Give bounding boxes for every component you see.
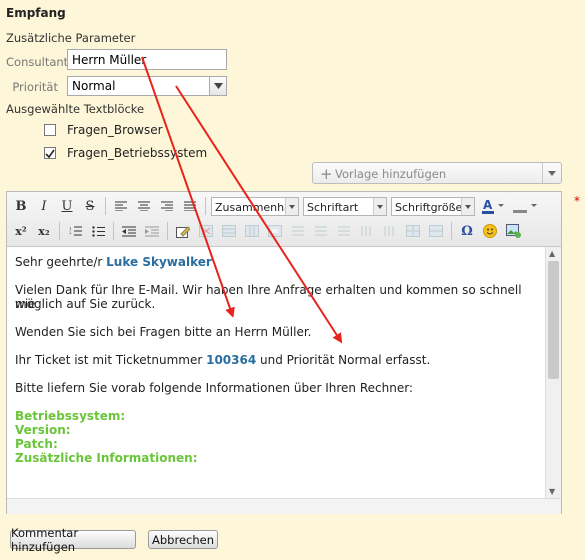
priority-select[interactable]: Normal [67,76,227,96]
consultant-input[interactable]: Herrn Müller [67,49,227,70]
edit-icon[interactable] [173,221,193,241]
textblock-label-browser: Fragen_Browser [67,123,163,137]
chevron-down-icon[interactable] [542,163,561,183]
priority-label: Priorität [12,80,58,94]
editor-resize-handle[interactable] [7,498,561,514]
rich-text-editor[interactable]: B I U S Zusammenhäng Schriftart Schriftg… [6,191,562,514]
underline-icon[interactable]: U [57,196,77,216]
checkmark-icon [45,149,55,158]
table-cell-icon[interactable] [265,221,285,241]
field-patch: Patch: [15,437,58,451]
bold-icon[interactable]: B [11,196,31,216]
omega-icon[interactable]: Ω [457,221,477,241]
row-insert-before-icon[interactable] [288,221,308,241]
table-split-icon[interactable] [403,221,423,241]
bullet-list-icon[interactable] [88,221,108,241]
cancel-button[interactable]: Abbrechen [148,530,218,549]
required-marker: * [574,194,580,208]
row-insert-after-icon[interactable] [311,221,331,241]
subscript-icon[interactable]: x₂ [34,221,54,241]
table-delete-icon[interactable] [196,221,216,241]
ticket-number: 100364 [206,353,257,367]
font-family-select[interactable]: Schriftart [303,197,387,216]
consultant-label: Consultant [6,55,69,69]
para4: Bitte liefern Sie vorab folgende Informa… [15,381,413,395]
outdent-icon[interactable] [119,221,139,241]
para3: Ihr Ticket ist mit Ticketnummer 100364 u… [15,353,431,367]
superscript-icon[interactable]: x² [11,221,31,241]
bg-color-icon[interactable] [510,196,540,216]
align-left-icon[interactable] [111,196,131,216]
smiley-icon[interactable] [480,221,500,241]
textblock-checkbox-browser[interactable] [44,124,56,136]
svg-text:A: A [483,198,493,212]
params-title: Zusätzliche Parameter [6,31,136,45]
col-insert-before-icon[interactable] [357,221,377,241]
para1-line2: möglich auf Sie zurück. [15,297,156,311]
chevron-down-icon [373,198,386,215]
add-template-label: Vorlage hinzufügen [335,167,447,181]
strikethrough-icon[interactable]: S [80,196,100,216]
italic-icon[interactable]: I [34,196,54,216]
priority-value: Normal [72,79,116,93]
editor-scrollbar[interactable]: ▲ ▼ [545,247,561,498]
plus-icon: + [320,165,333,183]
scroll-up-icon: ▲ [549,249,556,258]
textblock-label-os: Fragen_Betriebssystem [67,146,208,160]
editor-content[interactable]: Sehr geehrte/r Luke Skywalker Vielen Dan… [7,247,545,497]
chevron-down-icon[interactable] [209,77,226,95]
align-center-icon[interactable] [134,196,154,216]
text-color-icon[interactable]: A [479,196,507,216]
col-insert-after-icon[interactable] [380,221,400,241]
textblocks-title: Ausgewählte Textblöcke [6,102,145,116]
editor-toolbar: B I U S Zusammenhäng Schriftart Schriftg… [7,192,561,247]
table-col-icon[interactable] [242,221,262,241]
table-merge-icon[interactable] [426,221,446,241]
field-extra: Zusätzliche Informationen: [15,451,198,465]
textblock-checkbox-os[interactable] [44,147,56,159]
field-os: Betriebssystem: [15,409,126,423]
row-delete-icon[interactable] [334,221,354,241]
greeting-line: Sehr geehrte/r Luke Skywalker [15,255,212,269]
section-title: Empfang [6,6,66,20]
numbered-list-icon[interactable]: 12 [65,221,85,241]
field-version: Version: [15,423,71,437]
indent-icon[interactable] [142,221,162,241]
consultant-value: Herrn Müller [72,53,147,67]
para2: Wenden Sie sich bei Fragen bitte an Herr… [15,325,312,339]
font-size-select[interactable]: Schriftgröße [391,197,475,216]
image-icon[interactable] [503,221,523,241]
chevron-down-icon [285,198,298,215]
add-template-button[interactable]: + Vorlage hinzufügen [312,162,562,184]
align-right-icon[interactable] [157,196,177,216]
chevron-down-icon [461,198,474,215]
table-row-icon[interactable] [219,221,239,241]
svg-text:2: 2 [69,230,72,235]
paragraph-format-select[interactable]: Zusammenhäng [211,197,299,216]
justify-icon[interactable] [180,196,200,216]
scroll-down-icon: ▼ [549,487,556,496]
customer-name: Luke Skywalker [106,255,212,269]
add-comment-button[interactable]: Kommentar hinzufügen [10,526,136,554]
